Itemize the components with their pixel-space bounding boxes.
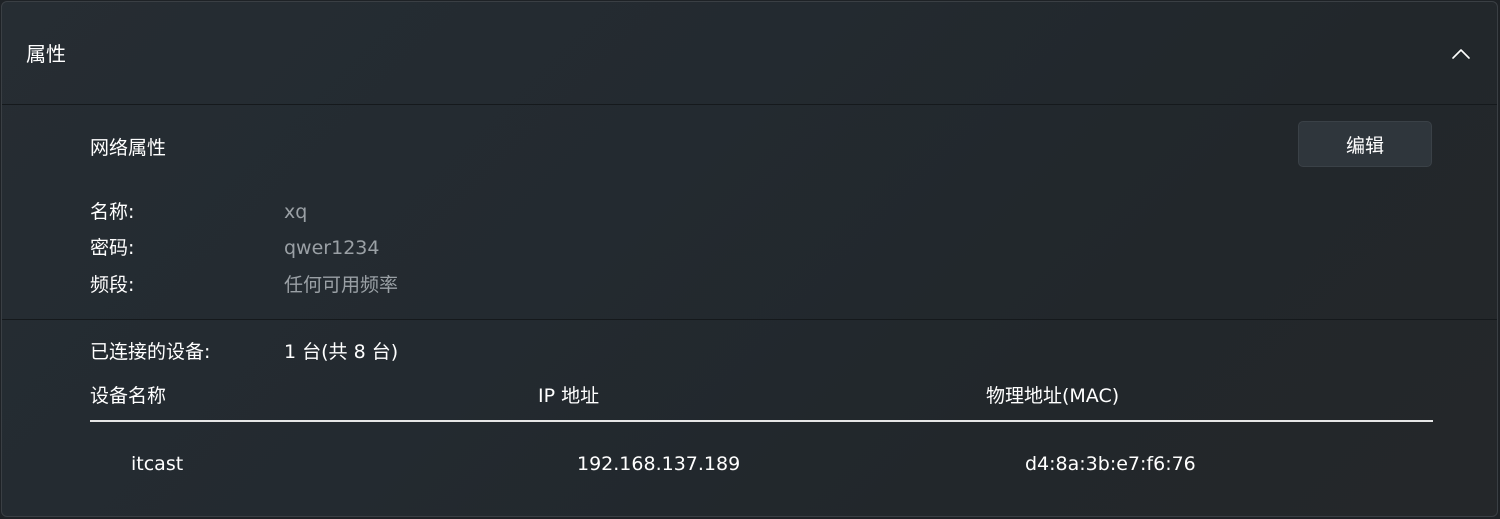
devices-table: 设备名称 IP 地址 物理地址(MAC) itcast 192.168.137.… (90, 380, 1433, 502)
column-header-ip-address: IP 地址 (538, 385, 600, 407)
column-header-mac-address: 物理地址(MAC) (986, 385, 1120, 407)
properties-header[interactable]: 属性 (2, 2, 1497, 105)
table-header: 设备名称 IP 地址 物理地址(MAC) (90, 380, 1433, 422)
properties-panel: 属性 网络属性 编辑 名称: xq 密码: qwer1234 频段: 任何可用频… (1, 1, 1498, 517)
device-ip-cell: 192.168.137.189 (577, 453, 741, 475)
chevron-up-icon (1452, 49, 1470, 59)
connected-devices-label: 已连接的设备: (90, 341, 211, 363)
connected-devices-count: 1 台(共 8 台) (284, 341, 399, 363)
table-row[interactable]: itcast 192.168.137.189 d4:8a:3b:e7:f6:76 (90, 422, 1433, 502)
collapse-button[interactable] (1443, 36, 1479, 72)
device-mac-cell: d4:8a:3b:e7:f6:76 (1025, 453, 1196, 475)
properties-title: 属性 (26, 42, 66, 66)
column-header-device-name: 设备名称 (90, 385, 167, 407)
network-properties-section: 网络属性 编辑 名称: xq 密码: qwer1234 频段: 任何可用频率 (2, 105, 1497, 320)
network-band-value: 任何可用频率 (284, 274, 399, 296)
property-label: 频段: (90, 274, 135, 296)
network-properties-title: 网络属性 (90, 137, 167, 159)
property-label: 密码: (90, 237, 135, 259)
device-name-cell: itcast (131, 453, 184, 475)
network-password-value: qwer1234 (284, 237, 380, 259)
property-label: 名称: (90, 201, 135, 223)
edit-button[interactable]: 编辑 (1298, 121, 1432, 167)
connected-devices-section: 已连接的设备: 1 台(共 8 台) 设备名称 IP 地址 物理地址(MAC) … (2, 320, 1497, 516)
network-name-value: xq (284, 201, 308, 223)
